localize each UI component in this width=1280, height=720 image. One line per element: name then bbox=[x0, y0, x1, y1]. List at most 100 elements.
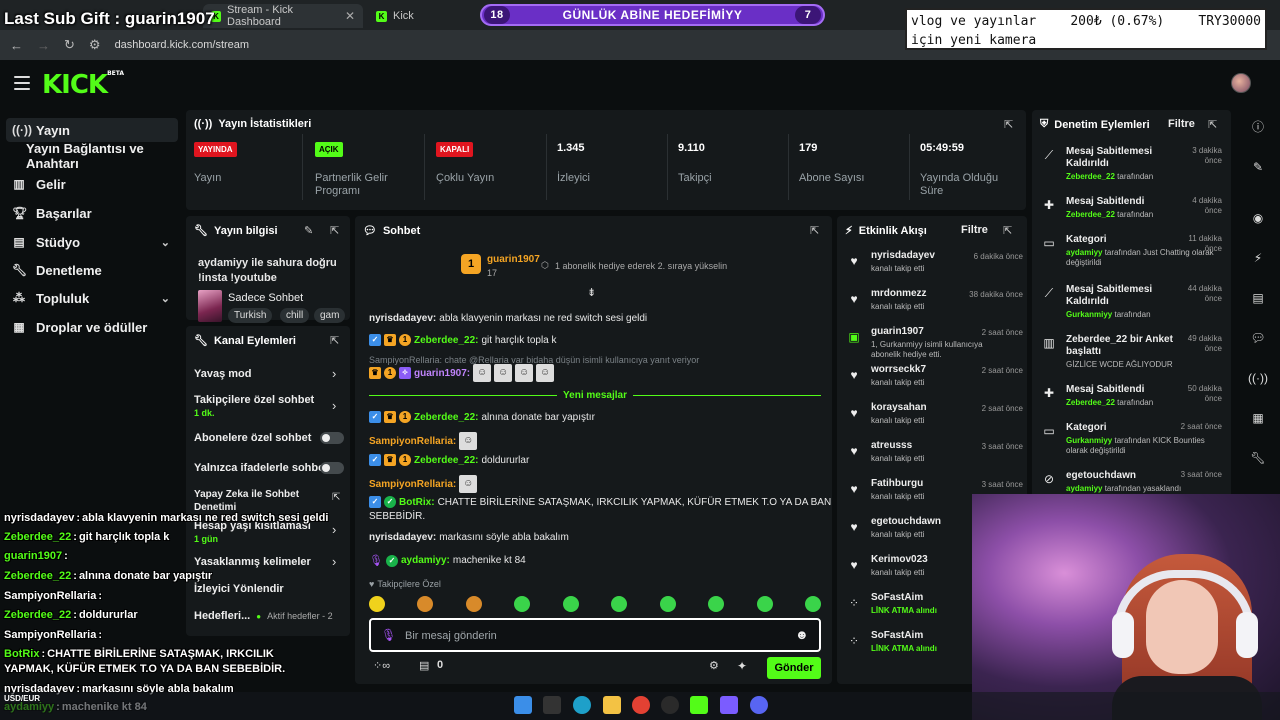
mic-icon[interactable]: 🎙︎ bbox=[381, 628, 396, 642]
send-button[interactable]: Gönder bbox=[767, 657, 821, 679]
chevron-right-icon[interactable]: › bbox=[332, 522, 336, 537]
sidebar-item-gelir[interactable]: ▥ Gelir bbox=[12, 172, 65, 196]
chevron-right-icon[interactable]: › bbox=[332, 554, 336, 569]
activity-item[interactable]: ♥ nyrisdadayev kanalı takip etti 6 dakika ö… bbox=[847, 250, 1023, 286]
sidebar-item-droplar[interactable]: ▦ Droplar ve ödüller bbox=[12, 315, 147, 339]
chevron-right-icon[interactable]: › bbox=[332, 398, 336, 413]
emote-icon[interactable] bbox=[756, 596, 773, 612]
settings-cog-icon[interactable]: ⁘∞ bbox=[373, 659, 390, 672]
pinned-text: 1 abonelik hediye ederek 2. sıraya yükse… bbox=[555, 261, 728, 271]
sidebar-item-denetleme[interactable]: 🔧︎ Denetleme bbox=[12, 258, 102, 282]
pinned-gift-leader[interactable]: 1 guarin1907 17 ⬡ 1 abonelik hediye eder… bbox=[461, 244, 727, 284]
layout-icon[interactable]: ▦ bbox=[1248, 408, 1268, 428]
menu-icon[interactable] bbox=[14, 76, 30, 90]
obs-icon[interactable] bbox=[661, 696, 679, 714]
reload-icon[interactable]: ↻ bbox=[64, 37, 75, 53]
stream-stats-panel: ((·)) Yayın İstatistikleri ⇱ YAYINDA Yayı… bbox=[186, 110, 1026, 210]
chevron-right-icon[interactable]: › bbox=[332, 366, 336, 381]
edit-icon[interactable]: ✎ bbox=[1248, 157, 1268, 177]
banned-words-action[interactable]: Yasaklanmış kelimeler bbox=[194, 556, 344, 569]
edge-icon[interactable] bbox=[573, 696, 591, 714]
popout-icon[interactable]: ⇱ bbox=[1003, 224, 1012, 237]
chrome-icon[interactable] bbox=[632, 696, 650, 714]
sidebar-item-yayin[interactable]: ((·)) Yayın bbox=[6, 118, 178, 142]
popout-icon[interactable]: ⇱ bbox=[810, 224, 819, 237]
emoji-picker-icon[interactable]: ☻ bbox=[795, 627, 809, 642]
close-tab-icon[interactable]: ✕ bbox=[345, 9, 355, 23]
url-field[interactable]: dashboard.kick.com/stream bbox=[115, 39, 250, 51]
popout-icon[interactable]: ⇱ bbox=[1208, 118, 1217, 131]
app-icon[interactable] bbox=[720, 696, 738, 714]
emote-icon[interactable] bbox=[417, 596, 434, 612]
lightning-icon[interactable]: ⚡︎ bbox=[1248, 248, 1268, 268]
emote-icon[interactable] bbox=[708, 596, 725, 612]
stat-live: YAYINDA Yayın bbox=[194, 142, 237, 185]
stream-tag[interactable]: Turkish bbox=[228, 308, 273, 323]
moderation-time: 4 dakika önce bbox=[1192, 196, 1222, 215]
emote-icon[interactable] bbox=[659, 596, 676, 612]
activity-item[interactable]: ♥ mrdonmezz kanalı takip etti 38 dakika önc… bbox=[847, 288, 1023, 324]
info-icon[interactable]: ⓘ bbox=[1248, 117, 1268, 137]
discord-icon[interactable] bbox=[750, 696, 768, 714]
raid-action[interactable]: İzleyici Yönlendir bbox=[194, 583, 344, 596]
filter-button[interactable]: Filtre bbox=[961, 224, 988, 236]
sidebar-item-studyo[interactable]: ▤ Stüdyo ⌄ bbox=[12, 230, 182, 254]
gear-icon[interactable]: ⚙ bbox=[709, 659, 719, 672]
goals-action[interactable]: Hedefleri... ● Aktif hedefler - 2 bbox=[194, 610, 354, 623]
activity-item[interactable]: ♥ koraysahan kanalı takip etti 2 saat önce bbox=[847, 402, 1023, 438]
wrench-icon[interactable]: 🔧︎ bbox=[1248, 448, 1268, 468]
chat-icon[interactable]: 💬︎ bbox=[1248, 328, 1268, 348]
site-info-icon[interactable]: ⚙ bbox=[89, 37, 101, 53]
avatar[interactable] bbox=[1231, 73, 1251, 93]
explorer-icon[interactable] bbox=[603, 696, 621, 714]
moderation-title: Mesaj Sabitlendi bbox=[1066, 196, 1145, 207]
filter-button[interactable]: Filtre bbox=[1168, 118, 1195, 130]
chat-input[interactable] bbox=[405, 628, 785, 644]
emote-icon[interactable] bbox=[611, 596, 628, 612]
ai-moderation-action[interactable]: Yapay Zeka ile Sohbet Denetimi bbox=[194, 488, 314, 514]
popout-icon[interactable]: ⇱ bbox=[1004, 118, 1013, 131]
activity-item[interactable]: ▣ guarin1907 1, Gurkanmiyy isimli kullanıc… bbox=[847, 326, 1023, 362]
goal-line-2: için yeni kamera bbox=[911, 33, 1037, 48]
forward-icon[interactable]: → bbox=[37, 38, 50, 53]
stat-value: 179 bbox=[799, 142, 818, 154]
verified-badge-icon: ✓ bbox=[369, 411, 381, 423]
sidebar-item-stream-key[interactable]: Yayın Bağlantısı ve Anahtarı bbox=[26, 141, 182, 171]
emote-icon[interactable] bbox=[465, 596, 482, 612]
kick-logo[interactable]: KICKBETA bbox=[42, 70, 124, 100]
collapse-icon[interactable]: ⇟ bbox=[587, 286, 596, 299]
external-link-icon[interactable]: ⇱ bbox=[332, 492, 340, 503]
subscribers-only-toggle[interactable] bbox=[320, 432, 344, 444]
start-icon[interactable] bbox=[514, 696, 532, 714]
popout-icon[interactable]: ⇱ bbox=[330, 334, 339, 347]
broadcast-icon[interactable]: ((·)) bbox=[1248, 368, 1268, 388]
stream-tag[interactable]: gam bbox=[314, 308, 346, 323]
tab-kick-dashboard[interactable]: K Stream - Kick Dashboard ✕ bbox=[203, 4, 363, 28]
followers-only-action[interactable]: Takipçilere özel sohbet 1 dk. bbox=[194, 394, 322, 420]
emote-icon[interactable] bbox=[804, 596, 821, 612]
popout-icon[interactable]: ⇱ bbox=[330, 224, 339, 237]
kick-icon[interactable] bbox=[690, 696, 708, 714]
emote-only-toggle[interactable] bbox=[320, 462, 344, 474]
task-view-icon[interactable] bbox=[543, 696, 561, 714]
stream-tag[interactable]: chill bbox=[280, 308, 310, 323]
document-icon[interactable]: ▤ bbox=[1248, 288, 1268, 308]
slow-mode-action[interactable]: Yavaş mod bbox=[194, 368, 344, 381]
sidebar-item-topluluk[interactable]: ⁂ Topluluk ⌄ bbox=[12, 286, 182, 310]
broadcast-icon: ((·)) bbox=[12, 123, 32, 137]
sidebar-item-basarilar[interactable]: 🏆︎ Başarılar bbox=[12, 201, 92, 225]
camera-icon[interactable]: ◉ bbox=[1248, 208, 1268, 228]
edit-icon[interactable]: ✎ bbox=[304, 224, 313, 237]
activity-item[interactable]: ♥ atreusss kanalı takip etti 3 saat önce bbox=[847, 440, 1023, 476]
emote-icon[interactable] bbox=[514, 596, 531, 612]
tab-kick[interactable]: K Kick bbox=[368, 4, 478, 28]
moderation-actor: Gurkanmiyy bbox=[1066, 436, 1113, 445]
activity-item[interactable]: ♥ worrseckk7 kanalı takip etti 2 saat önce bbox=[847, 364, 1023, 400]
emote-wheel-icon[interactable]: ✦ bbox=[737, 659, 747, 673]
emote-icon[interactable] bbox=[369, 596, 385, 612]
emote-icon[interactable] bbox=[562, 596, 579, 612]
back-icon[interactable]: ← bbox=[10, 38, 23, 53]
heart-icon: ♥ bbox=[850, 520, 858, 534]
points-store-icon[interactable]: ▤ bbox=[419, 659, 429, 672]
verified-badge-icon: ✓ bbox=[369, 454, 381, 466]
